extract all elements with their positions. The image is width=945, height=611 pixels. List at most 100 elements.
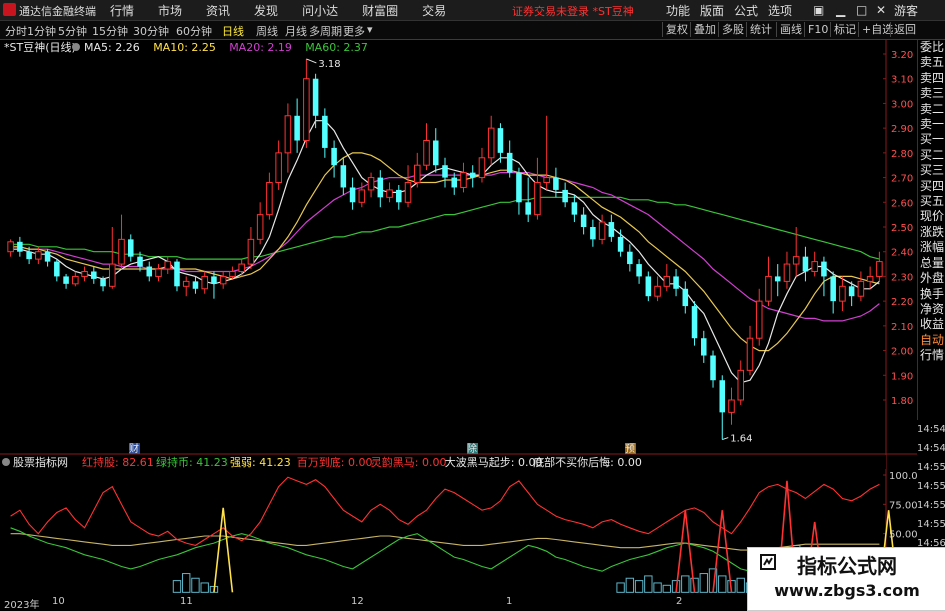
candle[interactable]: [691, 301, 698, 346]
candle[interactable]: [331, 140, 337, 178]
candle[interactable]: [728, 387, 735, 425]
period-tab[interactable]: 多周期: [309, 23, 342, 39]
sidebar-item[interactable]: 买五: [918, 194, 945, 209]
candle[interactable]: [608, 214, 615, 242]
minimize-icon[interactable]: ▁: [836, 3, 845, 17]
candle[interactable]: [247, 227, 255, 270]
candle[interactable]: [737, 360, 745, 405]
candle[interactable]: [876, 251, 883, 282]
period-tab[interactable]: 1分钟: [27, 23, 56, 39]
period-tab[interactable]: 更多: [343, 23, 365, 39]
candle[interactable]: [63, 273, 69, 289]
period-tab[interactable]: 周线: [256, 23, 278, 39]
period-tab[interactable]: 日线: [222, 23, 244, 39]
candle[interactable]: [367, 172, 375, 198]
menu-item[interactable]: 市场: [158, 2, 182, 19]
candle[interactable]: [54, 259, 60, 282]
candle[interactable]: [17, 236, 23, 257]
candle[interactable]: [802, 246, 809, 282]
toolbar-button[interactable]: 返回: [890, 22, 919, 37]
sidebar-item[interactable]: 收益: [918, 317, 945, 332]
candle[interactable]: [460, 162, 467, 193]
candle[interactable]: [701, 330, 707, 363]
candle[interactable]: [44, 249, 51, 267]
period-tab[interactable]: 5分钟: [58, 23, 87, 39]
toolbar-button[interactable]: 复权: [662, 22, 691, 37]
menu-item[interactable]: 行情: [110, 2, 134, 19]
candle[interactable]: [266, 172, 273, 220]
candle[interactable]: [91, 266, 97, 284]
candle[interactable]: [109, 227, 116, 289]
sidebar-item[interactable]: 涨幅: [918, 240, 945, 255]
candle[interactable]: [654, 276, 661, 302]
candle[interactable]: [201, 271, 208, 294]
sidebar-item[interactable]: 行情: [918, 348, 945, 363]
candle[interactable]: [81, 266, 88, 282]
toolbar-button[interactable]: 标记: [830, 22, 859, 37]
toolbar-button[interactable]: 叠加: [690, 22, 719, 37]
candle[interactable]: [821, 256, 827, 297]
candle[interactable]: [673, 269, 679, 297]
candle[interactable]: [340, 157, 347, 195]
candle[interactable]: [719, 375, 726, 440]
right-menu-item[interactable]: 选项: [768, 2, 792, 19]
candle[interactable]: [682, 281, 689, 314]
sidebar-item[interactable]: 买二: [918, 148, 945, 163]
candle[interactable]: [543, 115, 550, 190]
sidebar-item[interactable]: 净资: [918, 302, 945, 317]
candle[interactable]: [146, 261, 153, 282]
event-marker[interactable]: 财: [129, 442, 139, 455]
candle[interactable]: [396, 184, 402, 210]
candle[interactable]: [710, 350, 716, 388]
candle[interactable]: [755, 288, 763, 346]
candle[interactable]: [746, 325, 754, 376]
settings-gear-icon[interactable]: [72, 43, 80, 51]
toolbar-button[interactable]: 统计: [746, 22, 775, 37]
candle[interactable]: [219, 271, 227, 289]
sidebar-item[interactable]: 卖四: [918, 71, 945, 86]
candle[interactable]: [562, 182, 568, 208]
candle[interactable]: [645, 271, 652, 302]
login-notice[interactable]: 证券交易未登录 *ST豆神: [512, 3, 634, 19]
candle[interactable]: [580, 207, 587, 235]
candle[interactable]: [423, 123, 430, 171]
candle[interactable]: [774, 264, 781, 297]
sidebar-item[interactable]: 买三: [918, 163, 945, 178]
candle[interactable]: [127, 234, 134, 262]
candle[interactable]: [229, 266, 236, 279]
menu-item[interactable]: 财富圈: [362, 2, 398, 19]
period-tab[interactable]: 30分钟: [133, 23, 169, 39]
candle[interactable]: [866, 266, 874, 289]
menu-item[interactable]: 交易: [422, 2, 446, 19]
candle[interactable]: [192, 276, 199, 294]
candle[interactable]: [497, 123, 504, 163]
candle[interactable]: [811, 251, 818, 277]
candle[interactable]: [386, 182, 393, 203]
candle[interactable]: [238, 259, 245, 277]
candle[interactable]: [155, 264, 162, 282]
maximize-icon[interactable]: □: [856, 3, 867, 17]
candle[interactable]: [571, 194, 578, 223]
candle[interactable]: [487, 115, 495, 166]
period-tab[interactable]: 分时: [5, 23, 27, 39]
candle[interactable]: [534, 157, 541, 220]
sidebar-item[interactable]: 外盘: [918, 271, 945, 286]
candle[interactable]: [312, 73, 319, 129]
candle[interactable]: [174, 259, 180, 292]
candle[interactable]: [478, 147, 486, 183]
candle[interactable]: [118, 214, 125, 270]
period-tab[interactable]: 月线: [285, 23, 307, 39]
event-marker[interactable]: 除: [467, 442, 477, 455]
toolbar-button[interactable]: F10: [804, 22, 831, 37]
candle[interactable]: [256, 202, 264, 245]
close-icon[interactable]: ✕: [876, 3, 886, 17]
candle[interactable]: [404, 165, 412, 208]
candle[interactable]: [506, 140, 513, 178]
candle[interactable]: [303, 58, 310, 148]
candle[interactable]: [469, 165, 476, 188]
sidebar-item[interactable]: 委比: [918, 40, 945, 55]
candle[interactable]: [182, 276, 190, 297]
guest-label[interactable]: 游客: [894, 2, 918, 19]
candle[interactable]: [627, 244, 633, 272]
candle[interactable]: [284, 103, 292, 173]
